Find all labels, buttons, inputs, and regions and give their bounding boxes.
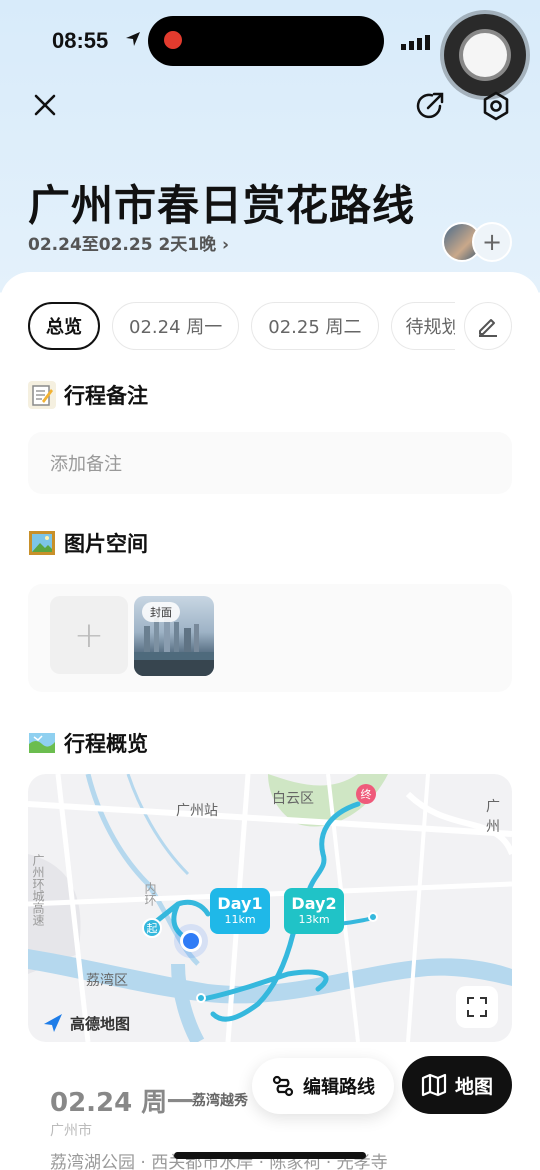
folded-map-icon: [421, 1073, 447, 1097]
amap-icon: [44, 1014, 62, 1032]
map-label-guangzhou: 广州: [486, 799, 500, 835]
close-icon: [34, 94, 56, 116]
home-indicator: [174, 1152, 366, 1159]
gear-icon: [483, 91, 509, 121]
day-detail-area: 荔湾越秀: [192, 1093, 248, 1109]
route-icon: [272, 1075, 294, 1097]
edit-tabs-button[interactable]: [464, 302, 512, 350]
dynamic-island: [148, 16, 384, 66]
overview-title: 行程概览: [64, 732, 148, 756]
trip-dates-label: 02.24至02.25 2天1晚: [28, 235, 217, 255]
map-view-button[interactable]: 地图: [402, 1056, 512, 1114]
add-photo-button[interactable]: +: [50, 596, 128, 674]
tab-bar: 总览 02.24 周一 02.25 周二 待规划: [28, 302, 455, 350]
recording-dot-icon: [164, 31, 182, 49]
current-location-marker: [174, 924, 208, 958]
map-label-baiyun: 白云区: [272, 791, 314, 807]
edit-route-button[interactable]: 编辑路线: [252, 1058, 394, 1114]
tab-overview[interactable]: 总览: [28, 302, 100, 350]
cover-tag: 封面: [142, 602, 180, 622]
day-detail-city: 广州市: [50, 1123, 92, 1139]
fullscreen-icon: [467, 997, 487, 1017]
day2-badge[interactable]: Day2 13km: [284, 888, 344, 934]
map-fullscreen-button[interactable]: [456, 986, 498, 1028]
trip-title: 广州市春日赏花路线: [28, 181, 416, 230]
map-label-ring-road: 广州环城高速: [31, 854, 45, 926]
photos-title: 图片空间: [64, 532, 148, 556]
day1-badge[interactable]: Day1 11km: [210, 888, 270, 934]
map-icon: [28, 729, 56, 757]
map-label-station: 广州站: [176, 803, 218, 819]
photo-space: + 封面: [28, 584, 512, 692]
signal-icon: [401, 35, 430, 50]
tab-unplanned[interactable]: 待规划: [390, 302, 455, 350]
overview-section-title: 行程概览: [28, 728, 148, 758]
status-time: 08:55: [52, 28, 109, 53]
status-bar: 08:55: [0, 0, 540, 96]
notes-input[interactable]: 添加备注: [28, 432, 512, 494]
map-provider-name: 高德地图: [70, 1014, 131, 1033]
map-canvas: [28, 774, 512, 1042]
tab-day-1[interactable]: 02.24 周一: [112, 302, 240, 350]
pencil-icon: [479, 319, 497, 337]
map-provider-logo: 高德地图: [42, 1012, 130, 1034]
memo-icon: [28, 381, 56, 409]
photos-section-title: 图片空间: [28, 528, 148, 558]
day1-label: Day1: [217, 894, 263, 913]
settings-button[interactable]: [478, 88, 514, 124]
map-label-liwan: 荔湾区: [86, 973, 128, 989]
notes-title: 行程备注: [64, 384, 148, 408]
framed-picture-icon: [28, 529, 56, 557]
share-button[interactable]: [412, 88, 448, 124]
edit-route-label: 编辑路线: [303, 1077, 375, 1098]
chevron-right-icon: ›: [222, 235, 230, 255]
tab-day-2[interactable]: 02.25 周二: [251, 302, 379, 350]
location-arrow-icon: [126, 32, 140, 46]
assistive-touch-button[interactable]: [444, 14, 526, 96]
trip-dates[interactable]: 02.24至02.25 2天1晚 ›: [28, 230, 229, 255]
route-start-marker[interactable]: 起: [142, 918, 162, 938]
share-icon: [416, 92, 444, 119]
close-button[interactable]: [28, 88, 62, 122]
map-label-inner-ring: 内环: [143, 882, 157, 906]
day2-distance: 13km: [298, 913, 330, 926]
day2-label: Day2: [291, 894, 337, 913]
add-member-button[interactable]: +: [472, 222, 512, 262]
cover-photo[interactable]: 封面: [134, 596, 214, 676]
day1-distance: 11km: [224, 913, 256, 926]
notes-section-title: 行程备注: [28, 380, 148, 410]
route-end-marker[interactable]: 终: [356, 784, 376, 804]
route-map[interactable]: 广州站 白云区 广州 荔湾区 内环 广州环城高速 终 起 Day1 11km D…: [28, 774, 512, 1042]
day-detail-title: 02.24 周一: [50, 1088, 194, 1118]
map-view-label: 地图: [454, 1075, 493, 1098]
